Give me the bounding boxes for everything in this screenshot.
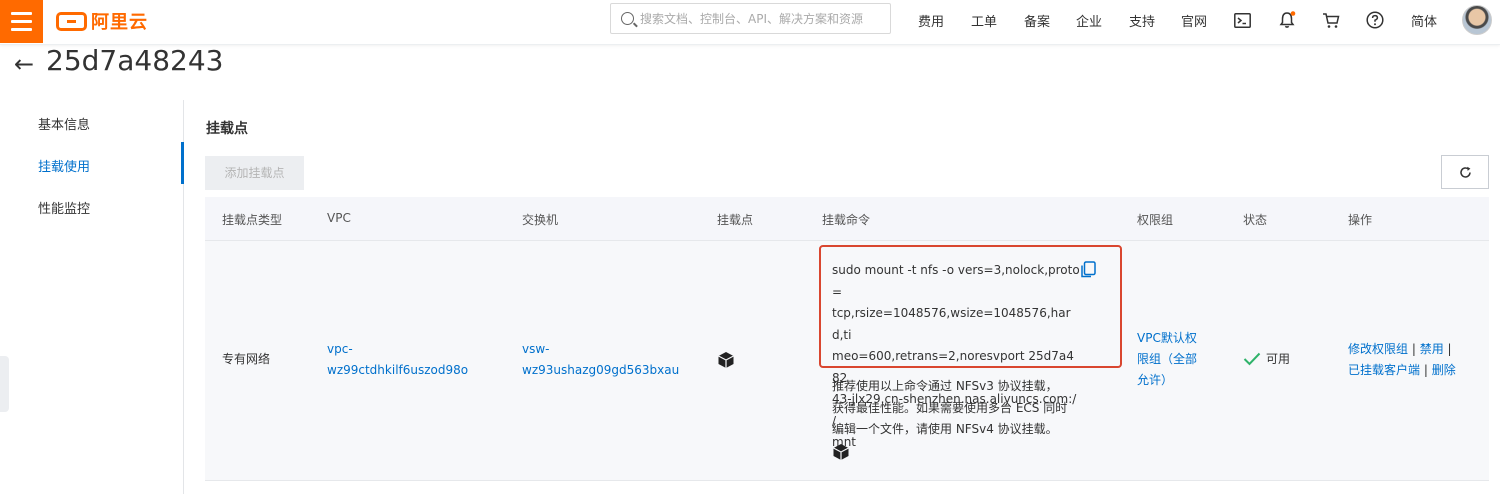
detail-sidebar: 基本信息 挂载使用 性能监控	[0, 100, 184, 494]
header-mount-command: 挂载命令	[822, 213, 871, 227]
logo-text: 阿里云	[91, 12, 148, 33]
aliyun-logo-mark-icon	[56, 11, 87, 31]
cell-mount-type: 专有网络	[222, 352, 271, 366]
shopping-cart-icon[interactable]	[1321, 10, 1341, 30]
header-actions: 操作	[1348, 213, 1373, 227]
disable-link[interactable]: 禁用	[1420, 342, 1444, 356]
cell-actions: 修改权限组 | 禁用 | 已挂载客户端 | 删除	[1348, 339, 1488, 381]
sidebar-collapse-handle[interactable]	[0, 356, 9, 412]
nav-official-site[interactable]: 官网	[1181, 11, 1207, 30]
sidebar-item-mount-usage[interactable]: 挂载使用	[38, 156, 90, 175]
refresh-icon	[1459, 166, 1471, 178]
section-title: 挂载点	[206, 121, 248, 137]
nav-tickets[interactable]: 工单	[971, 11, 997, 30]
top-navigation-bar: 阿里云 费用 工单 备案 企业 支持 官网 简体	[0, 0, 1500, 45]
header-vpc: VPC	[327, 211, 351, 225]
nav-icp-filing[interactable]: 备案	[1024, 11, 1050, 30]
permission-line3: 允许）	[1137, 373, 1174, 387]
status-available-check-icon	[1243, 352, 1261, 370]
action-separator: |	[1411, 342, 1420, 356]
hamburger-menu-button[interactable]	[0, 0, 43, 43]
table-header: 挂载点类型 VPC 交换机 挂载点 挂载命令 权限组 状态 操作	[205, 197, 1489, 241]
cell-vpc-link[interactable]: vpc- wz99ctdhkilf6uszod98o	[327, 339, 468, 381]
vsw-id-line1: vsw-	[522, 342, 550, 356]
table-row-next	[205, 481, 1489, 494]
search-input[interactable]	[640, 11, 880, 26]
global-search[interactable]	[610, 3, 891, 34]
command-line: sudo mount -t nfs -o vers=3,nolock,proto…	[832, 263, 1080, 299]
mount-recommendation-note: 推荐使用以上命令通过 NFSv3 协议挂载， 获得最佳性能。如果需要使用多台 E…	[832, 376, 1092, 441]
delete-link[interactable]: 删除	[1432, 363, 1456, 377]
vpc-id-line2: wz99ctdhkilf6uszod98o	[327, 363, 469, 377]
mounted-clients-link[interactable]: 已挂载客户端	[1348, 363, 1420, 377]
cell-vswitch-link[interactable]: vsw- wz93ushazg09gd563bxau	[522, 339, 679, 381]
user-avatar[interactable]	[1462, 5, 1492, 35]
header-mount-point: 挂载点	[717, 213, 754, 227]
note-line: 推荐使用以上命令通过 NFSv3 协议挂载，	[832, 379, 1058, 393]
nav-support[interactable]: 支持	[1129, 11, 1155, 30]
sidebar-item-performance[interactable]: 性能监控	[38, 198, 90, 217]
copy-icon[interactable]	[1080, 261, 1097, 278]
nav-enterprise[interactable]: 企业	[1076, 11, 1102, 30]
header-status: 状态	[1243, 213, 1268, 227]
page-title: 25d7a48243	[46, 44, 224, 77]
header-mount-type: 挂载点类型	[222, 213, 283, 227]
permission-line1: VPC默认权	[1137, 331, 1197, 345]
refresh-button[interactable]	[1441, 155, 1489, 189]
action-separator: |	[1423, 363, 1432, 377]
terminal-icon[interactable]	[1232, 10, 1252, 30]
back-arrow-icon[interactable]: ←	[14, 50, 34, 78]
vpc-id-line1: vpc-	[327, 342, 353, 356]
status-text: 可用	[1266, 352, 1291, 366]
mount-point-cube-icon[interactable]	[717, 351, 735, 376]
sidebar-item-basic-info[interactable]: 基本信息	[38, 114, 90, 133]
search-icon	[621, 12, 634, 25]
note-line: 编辑一个文件，请使用 NFSv4 协议挂载。	[832, 422, 1058, 436]
add-mount-point-button[interactable]: 添加挂载点	[205, 156, 304, 190]
language-switch[interactable]: 简体	[1411, 11, 1437, 30]
nav-fees[interactable]: 费用	[918, 11, 944, 30]
header-vswitch: 交换机	[522, 213, 559, 227]
aliyun-logo[interactable]: 阿里云	[56, 9, 148, 33]
modify-permission-group-link[interactable]: 修改权限组	[1348, 342, 1408, 356]
command-line: tcp,rsize=1048576,wsize=1048576,hard,ti	[832, 306, 1071, 342]
vsw-id-line2: wz93ushazg09gd563bxau	[522, 363, 680, 377]
help-icon[interactable]	[1365, 10, 1385, 30]
cell-permission-group-link[interactable]: VPC默认权 限组（全部 允许）	[1137, 328, 1197, 391]
note-line: 获得最佳性能。如果需要使用多台 ECS 同时	[832, 400, 1068, 415]
permission-line2: 限组（全部	[1137, 352, 1198, 366]
notification-bell-icon[interactable]	[1277, 10, 1297, 30]
action-separator: |	[1447, 342, 1452, 356]
nfsv4-cube-icon[interactable]	[832, 443, 850, 465]
header-permission-group: 权限组	[1137, 213, 1174, 227]
sidebar-active-indicator	[181, 142, 184, 184]
